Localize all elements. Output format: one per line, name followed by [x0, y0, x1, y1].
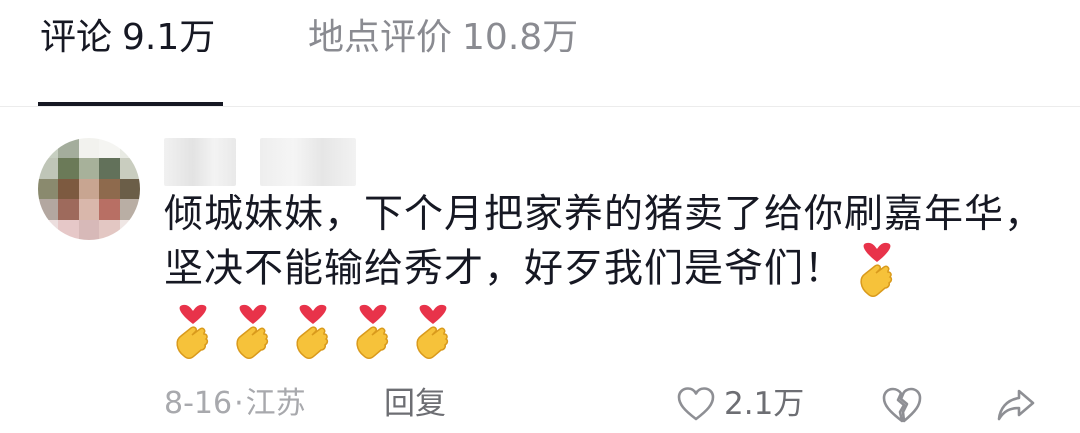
tabs-divider	[0, 106, 1080, 107]
comment-date: 8-16	[164, 386, 233, 421]
comment-tabs: 评论 9.1万 地点评价 10.8万	[0, 0, 1080, 107]
heart-hands-emoji-icon	[356, 304, 389, 359]
heart-hands-emoji-icon	[854, 242, 900, 300]
username-redacted[interactable]	[164, 138, 236, 186]
emoji-row	[170, 304, 456, 364]
comment-location: 江苏	[245, 386, 306, 421]
heart-hands-emoji-icon	[176, 304, 209, 359]
comment-body: 倾城妹妹，下个月把家养的猪卖了给你刷嘉年华，坚决不能输给秀才，好歹我们是爷们！	[164, 188, 1044, 300]
tab-comments-count: 9.1万	[122, 17, 216, 58]
tab-comments[interactable]: 评论 9.1万	[40, 16, 215, 60]
meta-separator: ·	[234, 386, 244, 421]
like-count: 2.1万	[724, 386, 805, 422]
comment-panel: 评论 9.1万 地点评价 10.8万 倾城妹妹，下个月把家养的猪卖了给你刷嘉年华，坚…	[0, 0, 1080, 433]
comment-text: 倾城妹妹，下个月把家养的猪卖了给你刷嘉年华，坚决不能输给秀才，好歹我们是爷们！	[164, 192, 1045, 292]
tab-comments-label: 评论	[40, 17, 113, 58]
username-redacted-extra	[260, 138, 356, 186]
heart-hands-emoji-icon	[296, 304, 329, 359]
reply-button[interactable]: 回复	[384, 382, 446, 426]
tab-location-label: 地点评价	[308, 17, 453, 58]
avatar[interactable]	[38, 138, 140, 240]
heart-hands-emoji-icon	[416, 304, 449, 359]
heart-hands-emoji-icon	[236, 304, 269, 359]
share-arrow-icon[interactable]	[996, 388, 1036, 422]
tab-location-reviews[interactable]: 地点评价 10.8万	[308, 16, 578, 60]
broken-heart-icon[interactable]	[880, 386, 924, 424]
like-button[interactable]: 2.1万	[676, 382, 804, 426]
comment-meta: 8-16·江苏	[164, 382, 306, 426]
heart-outline-icon	[677, 387, 715, 421]
tab-location-count: 10.8万	[462, 17, 579, 58]
